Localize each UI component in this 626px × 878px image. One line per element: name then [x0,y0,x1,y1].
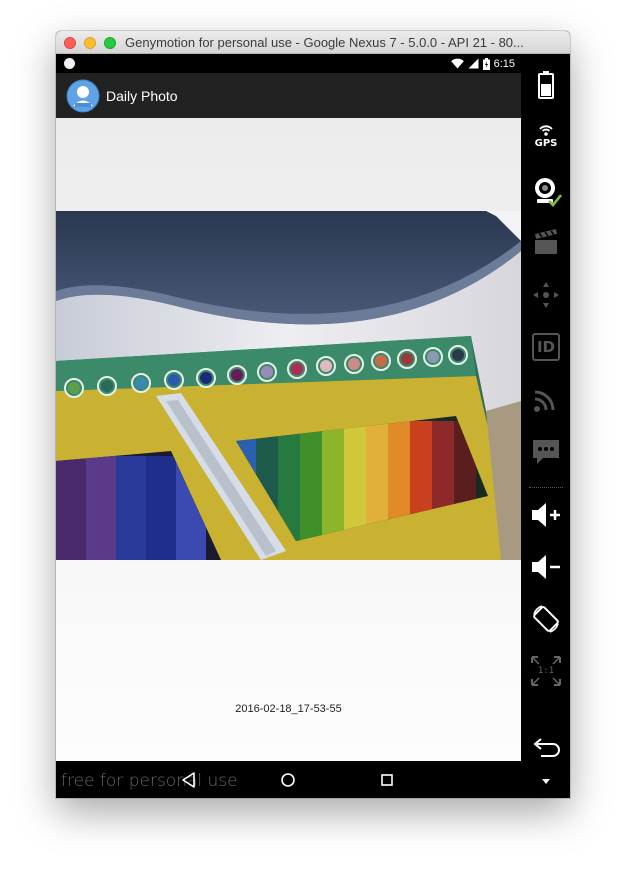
battery-icon [482,57,490,70]
window-title: Genymotion for personal use - Google Nex… [125,35,524,50]
photo-timestamp: 2016-02-18_17-53-55 [235,703,342,715]
device-id-widget[interactable]: ID [529,330,563,364]
genymotion-widget-panel: GPS ID 1:1 [521,54,570,798]
volume-down-icon[interactable] [529,550,563,584]
gps-icon [539,125,553,136]
app-avatar-icon[interactable] [66,79,100,113]
photo-content: 2016-02-18_17-53-55 [56,118,521,761]
recents-icon[interactable] [376,769,398,791]
maximize-window-button[interactable] [104,37,116,49]
screencast-icon[interactable] [529,226,563,260]
status-icons: 6:15 [450,56,515,71]
android-back-icon[interactable] [529,730,563,764]
notification-icon [64,58,75,69]
dpad-icon[interactable] [529,278,563,312]
cell-signal-icon [468,58,479,69]
status-time: 6:15 [493,57,515,70]
back-icon[interactable] [178,769,200,791]
more-options-icon[interactable] [529,772,563,792]
close-window-button[interactable] [64,37,76,49]
gps-widget[interactable]: GPS [529,120,563,154]
remote-control-icon[interactable] [529,382,563,416]
android-nav-bar: free for personal use [56,761,521,798]
window-titlebar: Genymotion for personal use - Google Nex… [56,31,570,54]
panel-divider [529,487,563,488]
app-title: Daily Photo [106,88,178,104]
pixel-ratio-label: 1:1 [537,666,555,676]
device-screen: 6:15 Daily Photo 2016-02-18_17-53-55 fre… [56,54,521,798]
app-bar: Daily Photo [56,73,521,118]
wifi-icon [450,58,464,69]
emulator-window: Genymotion for personal use - Google Nex… [56,31,570,798]
volume-up-icon[interactable] [529,498,563,532]
daily-photo-image[interactable] [56,211,521,560]
device-id-label: ID [536,338,556,356]
personal-use-watermark: free for personal use [61,771,238,791]
minimize-window-button[interactable] [84,37,96,49]
pixel-perfect-widget[interactable]: 1:1 [529,654,563,688]
home-icon[interactable] [277,769,299,791]
sms-icon[interactable] [529,434,563,468]
battery-widget-icon[interactable] [529,68,563,102]
rotate-icon[interactable] [529,602,563,636]
android-status-bar: 6:15 [56,54,521,73]
webcam-widget-icon[interactable] [529,174,563,208]
gps-label: GPS [534,138,558,149]
